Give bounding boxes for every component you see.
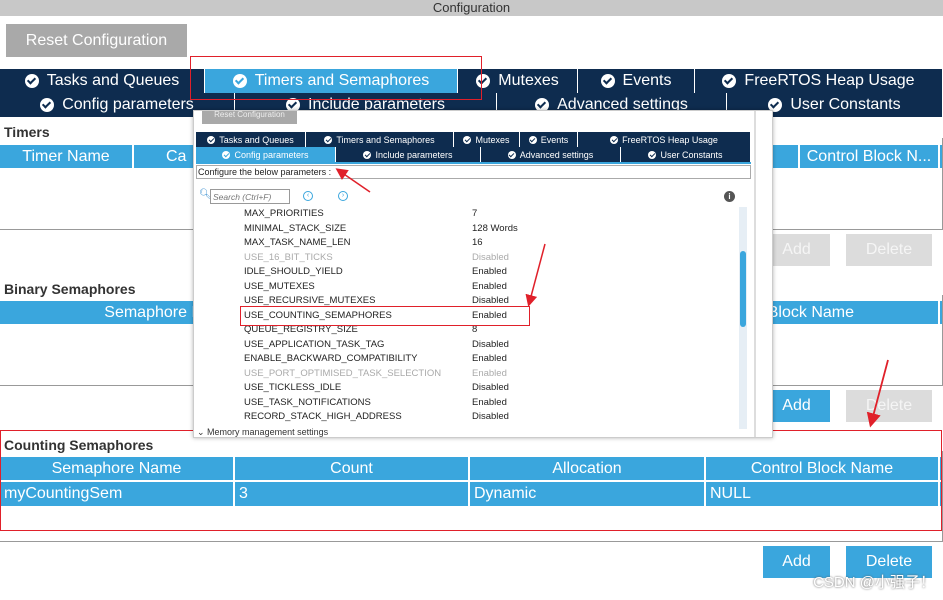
arrow-counting-param xyxy=(525,243,546,307)
annotation-arrows xyxy=(335,168,889,428)
arrow-counting-section xyxy=(866,359,889,428)
watermark: CSDN @小强子！ xyxy=(813,574,935,591)
arrow-configure xyxy=(335,168,371,193)
